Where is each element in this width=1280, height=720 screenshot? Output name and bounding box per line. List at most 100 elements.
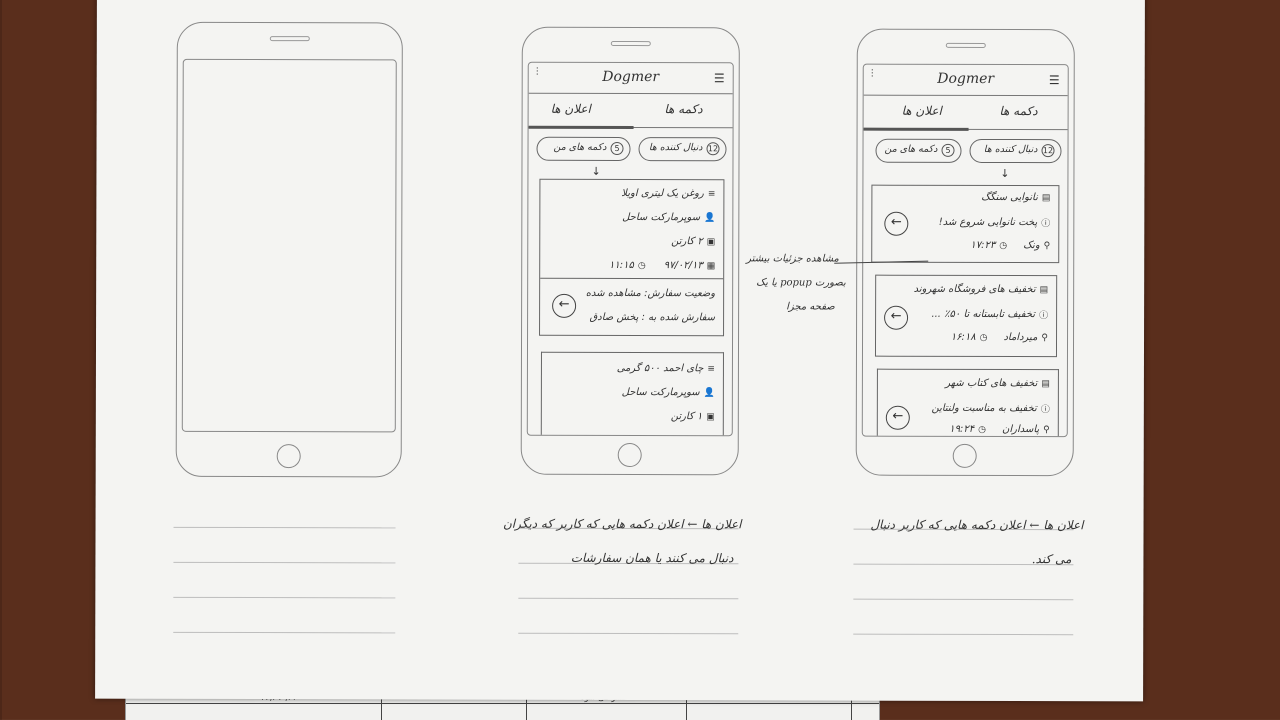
- annotation-line-1: مشاهده جزئیات بیشتر: [746, 253, 839, 265]
- shop-time: ۱۹:۲۴: [949, 423, 975, 435]
- ruled-line: [173, 631, 396, 634]
- info-icon: ⓘ: [1041, 219, 1051, 230]
- clock-icon: ◷: [637, 260, 646, 271]
- product-row: ≡ روغن یک لیتری اویلا: [621, 188, 716, 200]
- shop-desc-row: ⓘ تخفیف به مناسبت ولنتاین: [931, 402, 1050, 416]
- product-row: ≡ چای احمد ۵۰۰ گرمی: [616, 362, 715, 375]
- hamburger-icon[interactable]: ☰: [714, 71, 725, 85]
- ruled-line: [173, 561, 396, 564]
- mine-label: دکمه های من: [884, 143, 938, 155]
- phone-speaker: [610, 40, 651, 47]
- order-time: ۱۱:۱۵: [608, 259, 634, 272]
- tab-buttons[interactable]: دکمه ها: [664, 102, 702, 116]
- shop-meta-row: ⚲ پاسداران ◷ ۱۹:۲۴: [949, 424, 1050, 435]
- tab-notifications[interactable]: اعلان ها: [902, 104, 942, 118]
- quantity-row: ▣ ۱ کارتن: [670, 411, 715, 423]
- caption-orders-line-2: دنبال می کنند یا همان سفارشات: [570, 550, 734, 566]
- phone-speaker: [269, 36, 310, 42]
- phone-screen-orders: ⋮ Dogmer ☰ اعلان ها دکمه ها 12 دنبال کنن…: [526, 61, 734, 437]
- hamburger-icon[interactable]: ☰: [1049, 73, 1060, 87]
- filter-row: 12 دنبال کننده ها 5 دکمه های من: [528, 136, 732, 164]
- filter-row: 12 دنبال کننده ها 5 دکمه های من: [863, 138, 1067, 166]
- phone-speaker: [945, 42, 986, 48]
- document-icon: ▤: [1039, 284, 1049, 295]
- box-icon: ▣: [706, 236, 716, 247]
- tab-buttons[interactable]: دکمه ها: [999, 104, 1037, 118]
- user-icon: 👤: [703, 387, 715, 398]
- phone-blank: [175, 21, 403, 478]
- store-row: 👤 سوپرمارکت ساحل: [621, 387, 715, 399]
- mine-count: 5: [610, 141, 624, 156]
- ruled-line: [518, 597, 739, 600]
- ruled-line: [173, 596, 396, 599]
- clock-icon: ◷: [978, 424, 987, 435]
- annotation-line-2: بصورت popup یا یک: [756, 277, 846, 289]
- filter-followed[interactable]: 12 دنبال کننده ها: [638, 137, 727, 162]
- caption-orders-line-1: اعلان ها ← اعلان دکمه هایی که کاربر که د…: [502, 516, 742, 532]
- followed-label: دنبال کننده ها: [983, 143, 1038, 156]
- phone-screen-blank: [181, 58, 397, 433]
- shop-card[interactable]: ▤ تخفیف های فروشگاه شهروند ⓘ تخفیف تابستان…: [874, 274, 1058, 358]
- active-tab-indicator: [863, 127, 969, 131]
- app-bar: ⋮ Dogmer ☰: [863, 64, 1068, 97]
- mine-count: 5: [941, 143, 955, 157]
- shop-meta-row: ⚲ میرداماد ◷ ۱۶:۱۸: [951, 332, 1048, 343]
- annotation-line-3: صفحه مجزا: [786, 301, 835, 313]
- shop-place: پاسداران: [1001, 424, 1040, 436]
- arrow-left-icon[interactable]: ←: [885, 405, 910, 430]
- arrow-left-icon[interactable]: ←: [884, 305, 909, 330]
- shop-desc-row: ⓘ پخت نانوایی شروع شد!: [938, 216, 1051, 230]
- info-icon: ⓘ: [1039, 311, 1049, 322]
- order-card[interactable]: ≡ روغن یک لیتری اویلا 👤 سوپرمارکت ساحل ▣ ۲ …: [539, 178, 725, 337]
- clock-icon: ◷: [979, 332, 988, 343]
- app-title: Dogmer: [602, 68, 660, 86]
- datetime-row: ▦ ۹۷/۰۲/۱۳ ◷ ۱۱:۱۵: [609, 260, 715, 271]
- shop-place: میرداماد: [1003, 332, 1038, 344]
- tab-bar: اعلان ها دکمه ها: [863, 95, 1068, 131]
- location-icon: ⚲: [1043, 424, 1050, 435]
- shop-card[interactable]: ▤ تخفیف های کتاب شهر ⓘ تخفیف به مناسبت ولن…: [876, 368, 1059, 438]
- app-bar: ⋮ Dogmer ☰: [528, 62, 733, 95]
- filter-mine[interactable]: 5 دکمه های من: [536, 136, 631, 162]
- filter-mine[interactable]: 5 دکمه های من: [875, 138, 962, 163]
- filter-followed[interactable]: 12 دنبال کننده ها: [969, 138, 1062, 164]
- mine-label: دکمه های من: [553, 141, 607, 153]
- quantity-row: ▣ ۲ کارتن: [671, 236, 716, 248]
- clock-icon: ◷: [999, 240, 1008, 251]
- shop-time: ۱۷:۲۳: [970, 239, 996, 251]
- phone-shops: ⋮ Dogmer ☰ اعلان ها دکمه ها 12 دنبال کنن…: [855, 28, 1075, 477]
- shop-card[interactable]: ▤ نانوایی سنگگ ⓘ پخت نانوایی شروع شد! ⚲ ونک…: [871, 184, 1060, 264]
- tab-bar: اعلان ها دکمه ها: [528, 93, 733, 130]
- phone-orders: ⋮ Dogmer ☰ اعلان ها دکمه ها 12 دنبال کنن…: [520, 26, 740, 476]
- home-button[interactable]: [276, 444, 301, 469]
- calendar-icon: ▦: [706, 260, 716, 271]
- followed-label: دنبال کننده ها: [648, 142, 703, 154]
- document-icon: ▤: [1041, 378, 1050, 389]
- home-button[interactable]: [617, 442, 642, 468]
- location-icon: ⚲: [1043, 240, 1051, 251]
- arrow-down-icon: ↓: [1000, 166, 1010, 181]
- info-icon: ⓘ: [1040, 405, 1050, 416]
- wireframe-sheet: ⋮ Dogmer ☰ اعلان ها دکمه ها 12 دنبال کنن…: [95, 0, 1145, 702]
- app-title: Dogmer: [937, 70, 995, 87]
- arrow-left-icon[interactable]: ←: [884, 211, 909, 236]
- ruled-line: [518, 632, 739, 635]
- caption-shops-line-1: اعلان ها ← اعلان دکمه هایی که کاربر دنبا…: [870, 517, 1084, 533]
- home-button[interactable]: [952, 443, 977, 468]
- ruled-line: [853, 598, 1074, 601]
- tab-notifications[interactable]: اعلان ها: [551, 102, 591, 116]
- shop-desc-row: ⓘ تخفیف تابستانه تا ۵۰٪ ...: [931, 308, 1049, 322]
- shop-meta-row: ⚲ ونک ◷ ۱۷:۲۳: [970, 240, 1050, 251]
- shop-title-row: ▤ تخفیف های کتاب شهر: [945, 377, 1050, 390]
- supplier-row: سفارش شده به : پخش صادق: [589, 311, 716, 324]
- arrow-left-icon[interactable]: ←: [552, 293, 577, 318]
- order-date: ۹۷/۰۲/۱۳: [663, 260, 703, 272]
- box-icon: ▣: [706, 411, 715, 422]
- arrow-down-icon: ↓: [591, 164, 601, 178]
- user-icon: 👤: [704, 212, 716, 223]
- caption-shops-line-2: می کند.: [1031, 552, 1072, 567]
- list-icon: ≡: [707, 363, 715, 374]
- location-icon: ⚲: [1041, 332, 1049, 343]
- card-divider: [540, 277, 724, 280]
- order-card[interactable]: ≡ چای احمد ۵۰۰ گرمی 👤 سوپرمارکت ساحل ▣ ۱ کا…: [540, 351, 724, 437]
